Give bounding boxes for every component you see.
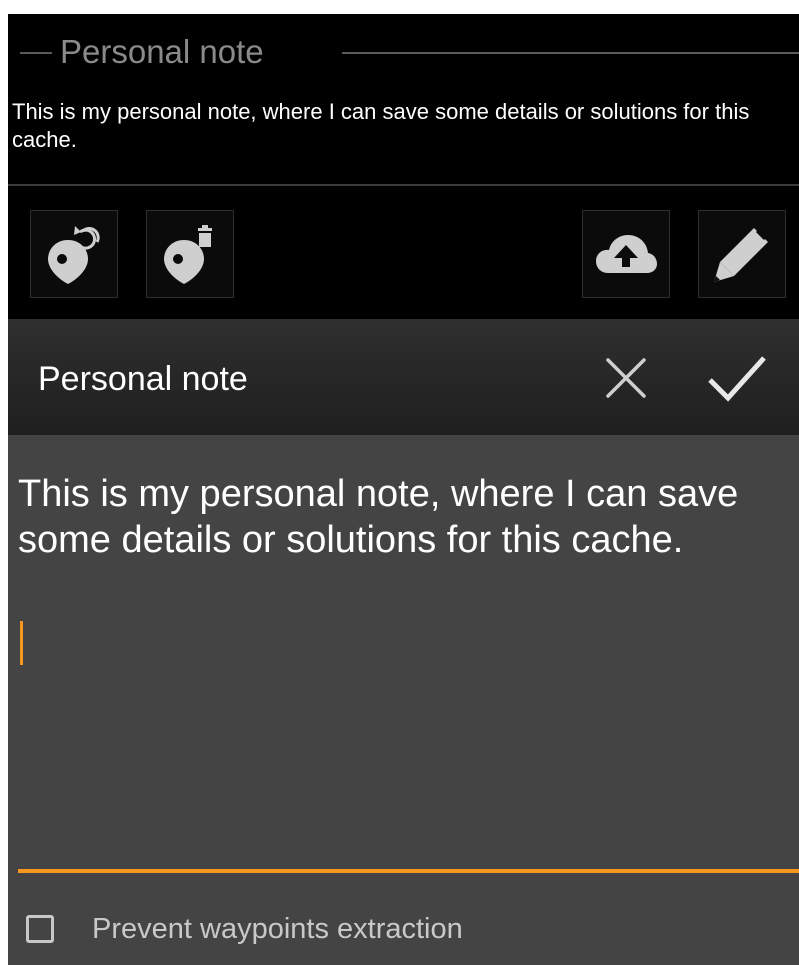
prevent-waypoints-extraction-option[interactable]: Prevent waypoints extraction <box>26 909 463 949</box>
waypoint-refresh-icon <box>44 222 104 286</box>
delete-waypoints-button[interactable] <box>146 210 234 298</box>
checkmark-icon <box>706 354 768 407</box>
text-cursor <box>20 621 23 665</box>
edit-note-button[interactable] <box>698 210 786 298</box>
note-text-field[interactable]: This is my personal note, where I can sa… <box>18 471 788 563</box>
upload-note-button[interactable] <box>582 210 670 298</box>
prevent-waypoints-extraction-checkbox[interactable] <box>26 915 54 943</box>
section-header-line-right <box>342 52 799 54</box>
save-button[interactable] <box>702 345 772 415</box>
section-title: Personal note <box>60 33 264 70</box>
cloud-upload-icon <box>594 231 658 277</box>
text-field-underline <box>18 869 799 873</box>
app-screen: Personal note This is my personal note, … <box>8 14 799 965</box>
close-icon <box>604 356 648 405</box>
waypoint-delete-icon <box>160 222 220 286</box>
personal-note-section-header: Personal note <box>8 33 799 74</box>
pencil-icon <box>712 224 772 284</box>
section-divider <box>8 184 799 186</box>
personal-note-preview: This is my personal note, where I can sa… <box>12 99 750 152</box>
section-header-line-left <box>20 52 52 54</box>
personal-note-dialog: Personal note This is my personal note, … <box>8 319 799 965</box>
dialog-header: Personal note <box>8 319 799 435</box>
extract-waypoints-button[interactable] <box>30 210 118 298</box>
cancel-button[interactable] <box>591 345 661 415</box>
checkbox-label: Prevent waypoints extraction <box>92 913 463 945</box>
dialog-title: Personal note <box>38 360 248 398</box>
